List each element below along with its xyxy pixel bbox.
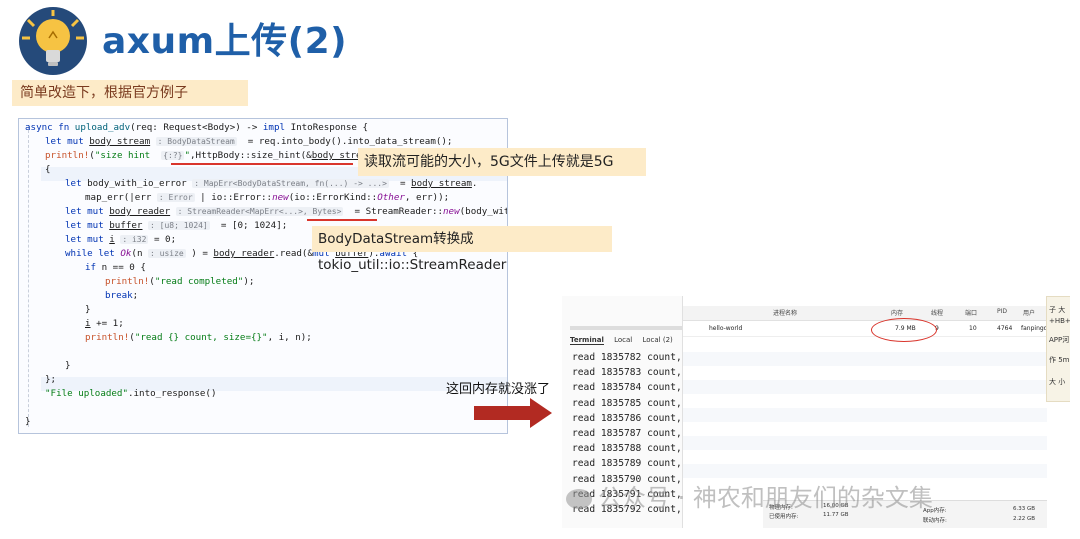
footer-label: 联动内存:	[923, 518, 947, 524]
code-line-2: let mut body_stream : BodyDataStream = r…	[45, 136, 453, 147]
side-text: 大 小	[1049, 378, 1066, 386]
process-ports: 10	[969, 325, 977, 332]
tab-local[interactable]: Local	[614, 336, 632, 344]
side-text: 子 大	[1049, 306, 1066, 314]
terminal-line: read 1835784 count, s	[572, 382, 694, 394]
wechat-icon	[566, 489, 592, 509]
process-name: hello-world	[709, 325, 743, 332]
code-line-1: async fn upload_adv(req: Request<Body>) …	[25, 122, 369, 133]
table-row[interactable]: hello-world 7.9 MB 9 10 4764 fanpingde	[683, 322, 1051, 337]
footer-label: 已使用内存:	[769, 514, 799, 520]
col-threads[interactable]: 线程	[931, 308, 943, 317]
code-line-5: let body_with_io_error : MapErr<BodyData…	[65, 178, 478, 189]
code-line-18: }	[65, 360, 71, 371]
code-line-4: {	[45, 164, 51, 175]
code-line-8: let mut buffer : [u8; 1024] = [0; 1024];	[65, 220, 288, 231]
red-underline-size-hint	[171, 163, 353, 165]
code-line-22: }	[25, 416, 31, 427]
process-pid: 4764	[997, 325, 1013, 332]
red-underline-stream-reader	[307, 219, 377, 221]
side-text: APP河	[1049, 336, 1070, 344]
terminal-scrollbar[interactable]	[570, 326, 682, 330]
side-text: +HB+	[1049, 317, 1070, 325]
terminal-line: read 1835782 count, s	[572, 352, 694, 363]
callout-stream-reader: BodyDataStream转换成tokio_util::io::StreamR…	[312, 226, 612, 273]
terminal-line: read 1835785 count, s	[572, 397, 694, 409]
footer-value: 6.33 GB	[1013, 506, 1036, 512]
code-line-14: }	[85, 304, 91, 315]
terminal-line: read 1835787 count, s	[572, 428, 694, 439]
code-line-6: map_err(|err : Error | io::Error::new(io…	[85, 192, 450, 203]
table-row-empty	[683, 464, 1047, 478]
code-line-11: if n == 0 {	[85, 262, 146, 273]
watermark-text: 公众号 · 神农和朋友们的杂文集	[598, 484, 933, 512]
arrow-label: 这回内存就没涨了	[446, 382, 551, 397]
callout-size-hint: 读取流可能的大小，5G文件上传就是5G	[358, 148, 646, 176]
slide-subtitle: 简单改造下，根据官方例子	[12, 80, 248, 106]
table-row-empty	[683, 408, 1047, 422]
table-row-empty	[683, 380, 1047, 394]
table-row-empty	[683, 352, 1047, 366]
col-process-name[interactable]: 进程名称	[773, 308, 797, 317]
tab-terminal[interactable]: Terminal	[570, 336, 604, 345]
code-line-7: let mut body_reader : StreamReader<MapEr…	[65, 206, 507, 217]
code-line-20: "File uploaded".into_response()	[45, 388, 217, 399]
slide-title: axum上传(2)	[102, 21, 348, 62]
code-line-9: let mut i : i32 = 0;	[65, 234, 177, 245]
terminal-line: read 1835788 count, s	[572, 443, 694, 455]
watermark: 公众号 · 神农和朋友们的杂文集	[566, 478, 933, 513]
lightbulb-icon	[19, 7, 87, 75]
code-line-16: println!("read {} count, size={}", i, n)…	[85, 332, 312, 343]
red-circle-annotation	[871, 318, 937, 342]
terminal-line: read 1835783 count, s	[572, 367, 694, 379]
code-line-3: println!("size hint {:?} ",HttpBody::size…	[45, 150, 389, 161]
indent-guide	[28, 125, 30, 427]
terminal-line: read 1835789 count, s	[572, 458, 694, 470]
code-line-19: };	[45, 374, 57, 385]
tab-local-2[interactable]: Local (2)	[642, 336, 672, 344]
col-pid[interactable]: PID	[997, 308, 1007, 315]
code-line-12: println!("read completed");	[105, 276, 255, 287]
right-arrow-icon	[474, 398, 552, 428]
code-line-13: break;	[105, 290, 139, 301]
code-line-15: i += 1;	[85, 318, 124, 329]
col-memory[interactable]: 内存	[891, 308, 903, 317]
terminal-line: read 1835786 count, s	[572, 412, 694, 424]
side-popup: 子 大 +HB+ APP河 作 5m 大 小	[1046, 296, 1070, 402]
process-table-header: 进程名称 内存 线程 端口 PID 用户	[683, 306, 1047, 321]
col-ports[interactable]: 端口	[965, 308, 977, 317]
footer-value: 2.22 GB	[1013, 516, 1036, 522]
terminal-tabs: Terminal Local Local (2)	[570, 336, 682, 350]
table-row-empty	[683, 436, 1047, 450]
side-text: 作 5m	[1049, 356, 1070, 364]
col-user[interactable]: 用户	[1023, 308, 1035, 317]
